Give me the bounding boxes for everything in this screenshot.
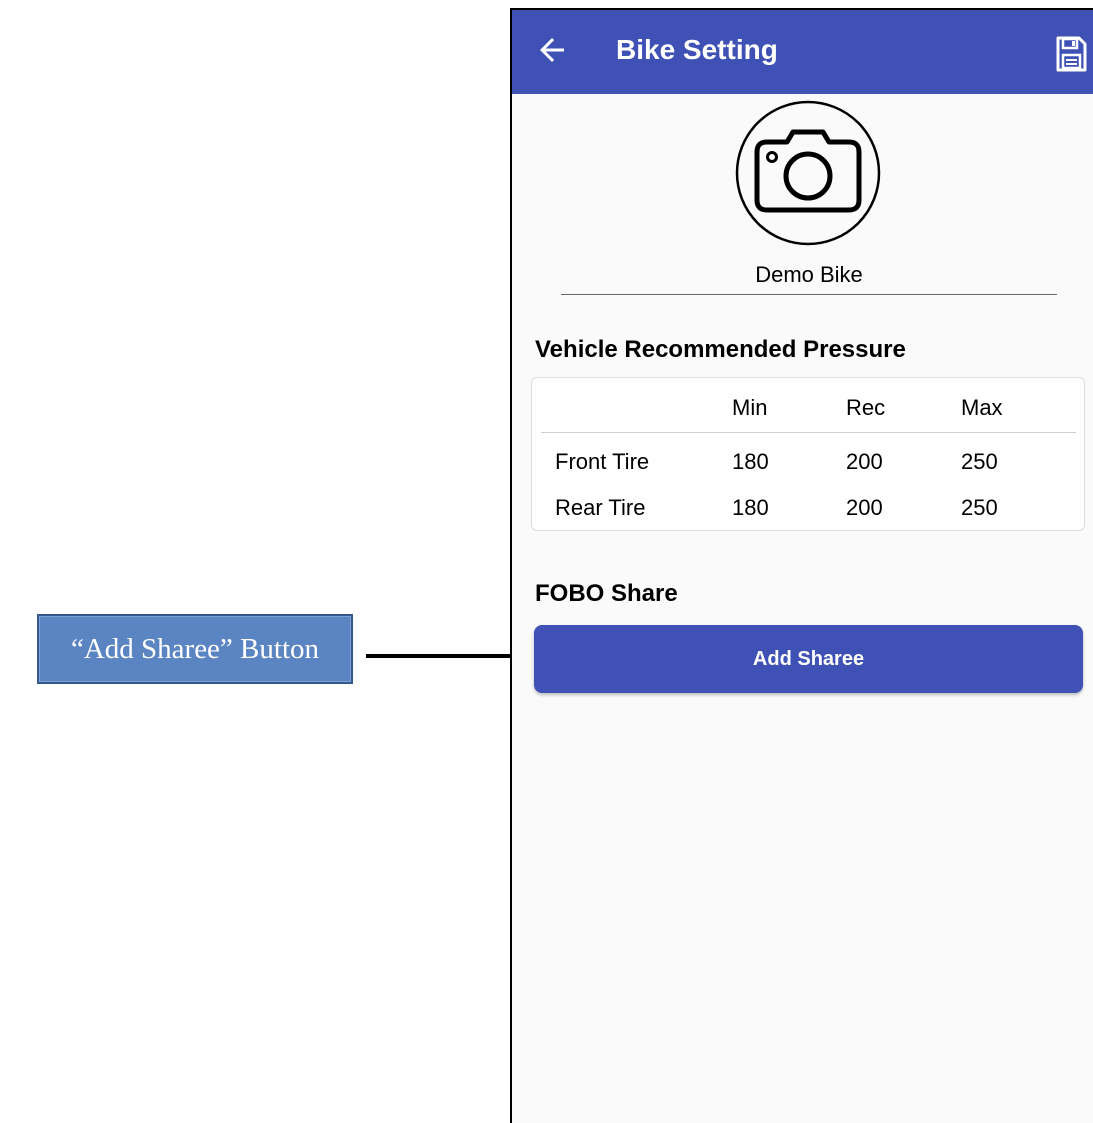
table-header-max: Max	[961, 395, 1003, 420]
rear-tire-max: 250	[961, 495, 998, 520]
arrow-back-icon[interactable]	[534, 32, 570, 68]
camera-icon[interactable]	[735, 100, 881, 246]
app-bar: Bike Setting	[512, 10, 1093, 94]
share-section-title: FOBO Share	[535, 580, 678, 607]
add-sharee-label: Add Sharee	[752, 647, 865, 670]
add-sharee-button[interactable]: Add Sharee	[534, 625, 1083, 693]
table-header-min: Min	[732, 395, 768, 420]
front-tire-label: Front Tire	[555, 449, 650, 474]
front-tire-max: 250	[961, 449, 998, 474]
page-title: Bike Setting	[616, 34, 778, 65]
bike-name-underline	[561, 294, 1057, 295]
bike-name-field[interactable]: Demo Bike	[561, 262, 1057, 288]
front-tire-rec: 200	[846, 449, 883, 474]
rear-tire-label: Rear Tire	[555, 495, 646, 520]
phone-screen: Bike Setting Demo Bike Vehicle Recommend…	[510, 8, 1093, 1123]
pressure-table: Min Rec Max Front Tire 180 200 250 Rear …	[531, 377, 1085, 531]
table-header-divider	[541, 432, 1076, 433]
table-header-rec: Rec	[846, 395, 886, 420]
rear-tire-rec: 200	[846, 495, 883, 520]
annotation-callout: “Add Sharee” Button	[37, 614, 353, 684]
front-tire-min: 180	[732, 449, 769, 474]
annotation-callout-text: “Add Sharee” Button	[70, 632, 320, 665]
pressure-section-title: Vehicle Recommended Pressure	[535, 336, 906, 363]
floppy-disk-icon[interactable]	[1055, 36, 1087, 72]
rear-tire-min: 180	[732, 495, 769, 520]
